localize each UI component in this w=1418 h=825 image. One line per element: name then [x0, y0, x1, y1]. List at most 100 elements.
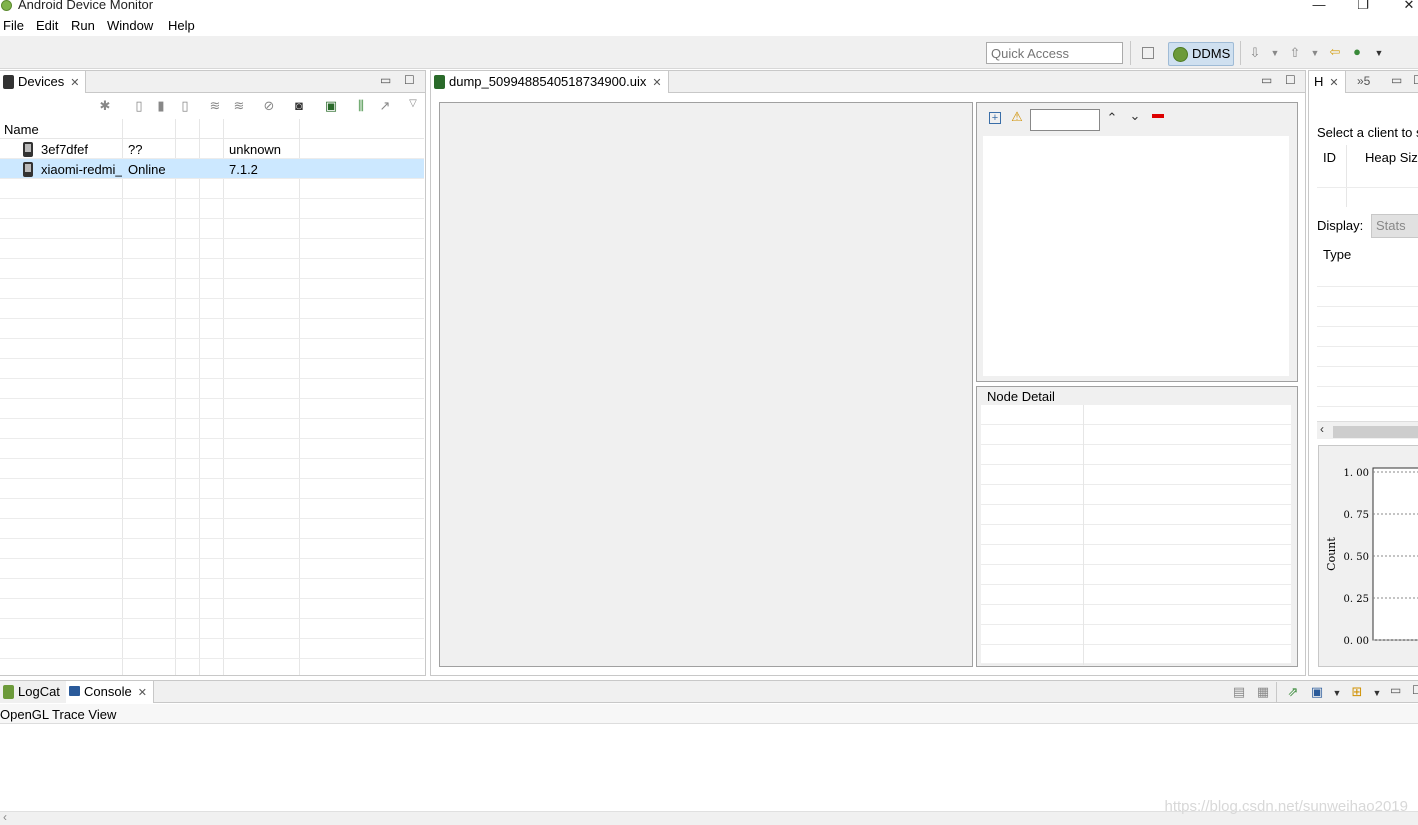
column-id-header[interactable]: ID — [1323, 150, 1336, 165]
menu-help[interactable]: Help — [168, 18, 195, 33]
menu-edit[interactable]: Edit — [36, 18, 58, 33]
logcat-icon — [3, 685, 14, 699]
column-divider — [1346, 145, 1347, 207]
update-heap-icon[interactable]: ▯ — [132, 99, 146, 113]
method-profiling-icon[interactable]: ≋ — [232, 99, 246, 113]
chevron-down-icon[interactable]: ▼ — [1372, 46, 1386, 60]
menu-file[interactable]: File — [3, 18, 24, 33]
table-row[interactable] — [981, 445, 1291, 465]
back-arrow-icon[interactable]: ⇦ — [1328, 45, 1342, 59]
minimize-button[interactable]: — — [1304, 0, 1334, 14]
bug-icon[interactable]: ● — [1350, 45, 1364, 59]
menu-window[interactable]: Window — [107, 18, 153, 33]
table-row[interactable] — [981, 625, 1291, 645]
table-header: Name — [0, 119, 424, 139]
ddms-perspective-button[interactable]: DDMS — [1168, 42, 1234, 66]
table-row[interactable] — [981, 545, 1291, 565]
horizontal-scrollbar[interactable]: ‹ — [1317, 421, 1418, 439]
table-row[interactable] — [981, 605, 1291, 625]
minimize-icon[interactable]: ▭ — [1261, 73, 1272, 87]
opengl-trace-icon[interactable]: ↗ — [378, 99, 392, 113]
table-row[interactable] — [981, 565, 1291, 585]
open-console-icon[interactable]: ⊞ — [1350, 685, 1364, 699]
chevron-left-icon[interactable]: ‹ — [1320, 422, 1324, 436]
table-row[interactable] — [981, 585, 1291, 605]
scrollbar-thumb[interactable] — [1333, 426, 1418, 438]
restore-button[interactable]: ❐ — [1348, 0, 1378, 14]
screenshot-canvas[interactable] — [439, 102, 973, 667]
close-button[interactable]: ✕ — [1394, 0, 1418, 14]
minimize-icon[interactable]: ▭ — [1391, 73, 1402, 87]
hierarchy-tree[interactable] — [983, 136, 1289, 376]
close-icon[interactable]: ✕ — [70, 77, 79, 89]
table-row[interactable] — [981, 505, 1291, 525]
console-icon — [69, 686, 80, 696]
menu-run[interactable]: Run — [71, 18, 95, 33]
close-icon[interactable]: ✕ — [138, 687, 147, 699]
tab-console[interactable]: Console ✕ — [66, 681, 154, 703]
table-row[interactable] — [981, 645, 1291, 665]
y-tick-label: 0. 00 — [1344, 636, 1369, 647]
stop-process-icon[interactable]: ⊘ — [262, 99, 276, 113]
tab-logcat[interactable]: LogCat — [0, 681, 67, 703]
expand-all-icon[interactable]: + — [989, 112, 1001, 124]
maximize-icon[interactable]: ☐ — [1413, 73, 1418, 87]
tab-heap-label: H — [1314, 74, 1324, 89]
clear-console-icon[interactable]: ▤ — [1232, 685, 1246, 699]
search-input[interactable] — [1030, 109, 1100, 131]
type-column-header[interactable]: Type — [1323, 247, 1351, 262]
close-icon[interactable]: ✕ — [652, 77, 661, 89]
tab-heap[interactable]: H ✕ — [1309, 71, 1346, 93]
toolbar-separator — [1240, 41, 1241, 65]
open-perspective-icon[interactable] — [1142, 47, 1154, 59]
chevron-left-icon[interactable]: ‹ — [3, 810, 7, 824]
display-console-icon[interactable]: ▣ — [1310, 685, 1324, 699]
systrace-icon[interactable]: ⫼ — [354, 99, 368, 113]
tab-dump-file[interactable]: dump_5099488540518734900.uix ✕ — [431, 71, 669, 93]
minimize-icon[interactable]: ▭ — [1390, 683, 1401, 697]
toolbar-separator — [1130, 41, 1131, 65]
column-name-header[interactable]: Name — [4, 122, 39, 137]
ddms-label: DDMS — [1192, 46, 1231, 61]
tab-devices[interactable]: Devices ✕ — [0, 71, 87, 93]
chevron-down-icon[interactable]: ▼ — [1268, 46, 1282, 60]
import-icon[interactable]: ⇩ — [1248, 46, 1262, 60]
table-row[interactable]: xiaomi-redmi_ Online 7.1.2 — [0, 159, 424, 179]
warning-icon[interactable]: ⚠ — [1010, 110, 1024, 124]
screen-capture-icon[interactable]: ◙ — [292, 99, 306, 113]
table-row[interactable] — [981, 465, 1291, 485]
display-select[interactable]: Stats — [1371, 214, 1418, 238]
dump-view-hierarchy-icon[interactable]: ▣ — [324, 99, 338, 113]
maximize-icon[interactable]: ☐ — [1285, 73, 1296, 87]
column-heap-size-header[interactable]: Heap Size — [1365, 150, 1418, 165]
table-row[interactable] — [981, 525, 1291, 545]
chevron-down-icon[interactable]: ▼ — [1370, 686, 1384, 700]
debug-icon[interactable]: ✱ — [98, 99, 112, 113]
maximize-icon[interactable]: ☐ — [1412, 683, 1418, 697]
table-row[interactable] — [981, 405, 1291, 425]
view-menu-icon[interactable]: ▽ — [406, 97, 420, 111]
dump-hprof-icon[interactable]: ▮ — [154, 99, 168, 113]
cause-gc-icon[interactable]: ▯ — [178, 99, 192, 113]
table-row[interactable] — [981, 425, 1291, 445]
chevron-down-icon[interactable]: ▼ — [1308, 46, 1322, 60]
more-views-button[interactable]: »5 — [1357, 74, 1370, 88]
empty-row — [0, 319, 424, 339]
maximize-icon[interactable]: ☐ — [404, 73, 415, 87]
empty-row — [0, 179, 424, 199]
pin-console-icon[interactable]: ⇗ — [1286, 685, 1300, 699]
chevron-up-icon[interactable]: ⌃ — [1105, 111, 1119, 125]
export-icon[interactable]: ⇧ — [1288, 46, 1302, 60]
empty-row — [0, 239, 424, 259]
chevron-down-icon[interactable]: ▼ — [1330, 686, 1344, 700]
table-row[interactable]: 3ef7dfef ?? unknown — [0, 139, 424, 159]
clear-search-icon[interactable] — [1152, 114, 1164, 118]
uix-file-icon — [434, 75, 445, 89]
chevron-down-icon[interactable]: ⌄ — [1128, 109, 1142, 123]
table-row[interactable] — [981, 485, 1291, 505]
close-icon[interactable]: ✕ — [1329, 77, 1338, 89]
scroll-lock-icon[interactable]: ▦ — [1256, 685, 1270, 699]
quick-access-input[interactable] — [986, 42, 1123, 64]
update-threads-icon[interactable]: ≋ — [208, 99, 222, 113]
minimize-icon[interactable]: ▭ — [380, 73, 391, 87]
